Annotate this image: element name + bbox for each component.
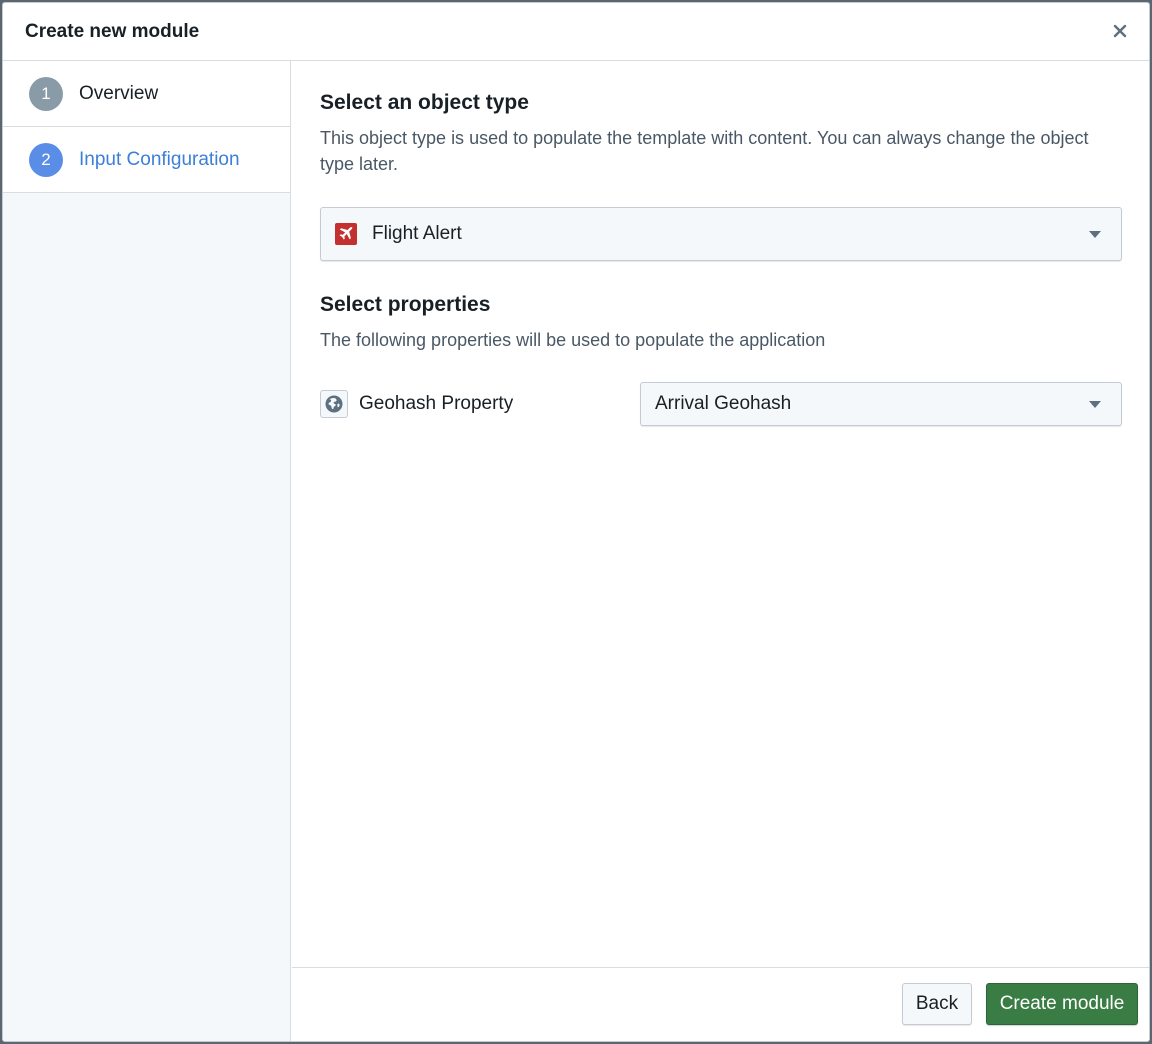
properties-title: Select properties — [320, 293, 491, 316]
step-label: Input Configuration — [79, 148, 240, 170]
properties-description: The following properties will be used to… — [320, 330, 826, 350]
properties-section: Select properties The following properti… — [320, 293, 1122, 426]
airplane-icon — [335, 223, 357, 245]
step-number: 2 — [29, 142, 63, 177]
create-module-button[interactable]: Create module — [986, 983, 1138, 1025]
object-type-description: This object type is used to populate the… — [320, 128, 1089, 174]
create-module-dialog: Create new module 1 Overview 2 Input Con… — [2, 2, 1150, 1042]
geohash-property-select[interactable]: Arrival Geohash — [640, 382, 1122, 426]
close-icon — [1113, 24, 1127, 38]
property-label: Geohash Property — [359, 393, 514, 414]
object-type-value: Flight Alert — [372, 223, 462, 244]
property-row-geohash: Geohash Property Arrival Geohash — [320, 382, 1122, 426]
object-type-section: Select an object type This object type i… — [320, 91, 1122, 261]
step-input-configuration[interactable]: 2 Input Configuration — [3, 127, 290, 193]
dialog-footer: Back Create module — [292, 967, 1149, 1041]
back-button[interactable]: Back — [902, 983, 972, 1025]
dialog-title: Create new module — [25, 20, 200, 42]
geohash-property-value: Arrival Geohash — [655, 393, 792, 414]
step-number: 1 — [29, 76, 63, 111]
object-type-title: Select an object type — [320, 91, 529, 114]
object-type-select[interactable]: Flight Alert — [320, 207, 1122, 261]
dialog-header: Create new module — [3, 3, 1149, 61]
close-button[interactable] — [1109, 20, 1131, 42]
caret-down-icon — [1089, 401, 1101, 408]
main-content: Select an object type This object type i… — [292, 61, 1149, 967]
step-label: Overview — [79, 82, 159, 104]
steps-sidebar: 1 Overview 2 Input Configuration — [3, 61, 291, 1041]
globe-icon — [320, 390, 348, 418]
caret-down-icon — [1089, 231, 1101, 238]
step-overview[interactable]: 1 Overview — [3, 61, 290, 127]
